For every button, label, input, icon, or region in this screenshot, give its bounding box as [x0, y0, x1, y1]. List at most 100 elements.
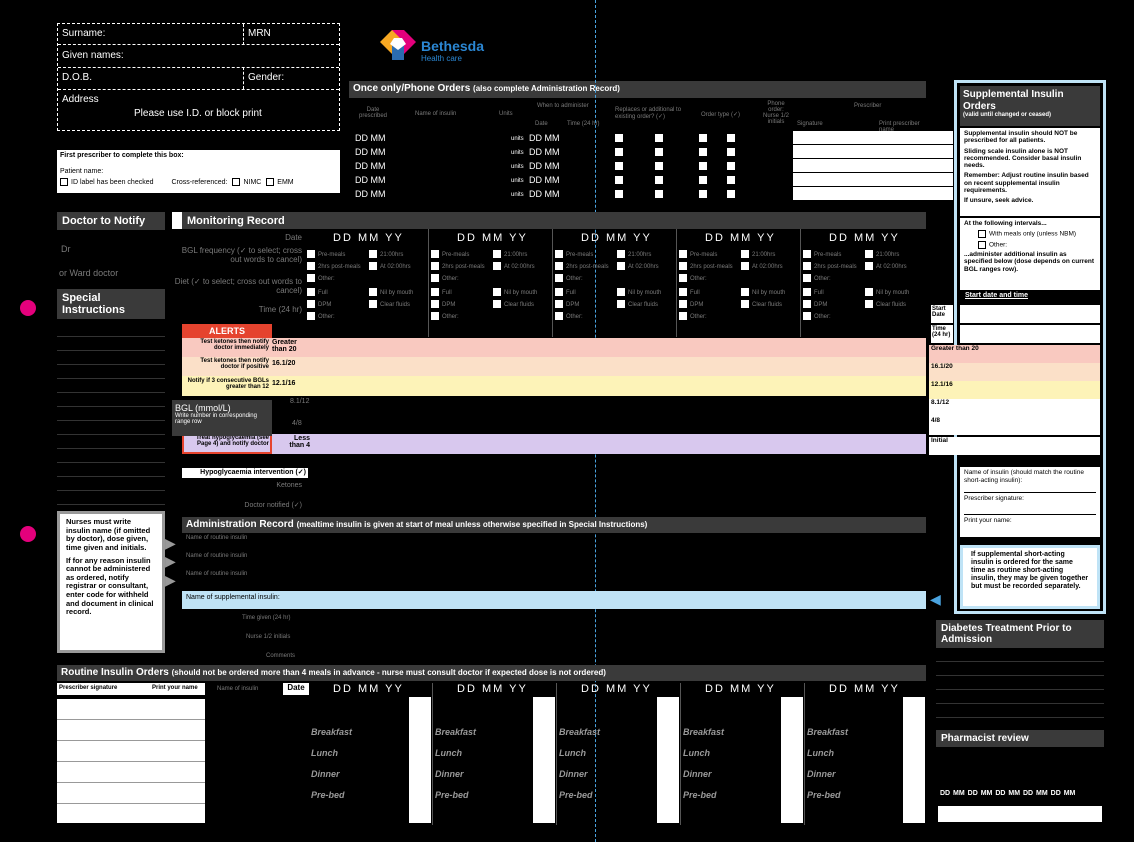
- patient-name-label: Patient name:: [60, 168, 104, 175]
- once-row-4[interactable]: DD MM units DD MM: [349, 173, 953, 187]
- supp-subtitle: (valid until changed or ceased): [963, 112, 1052, 118]
- first-prescriber-box: First prescriber to complete this box: P…: [57, 150, 340, 193]
- supp-range-8-12[interactable]: 8.1/12: [929, 399, 1100, 417]
- nimc-checkbox[interactable]: [232, 178, 241, 186]
- bgl-sublabel: Write number in corresponding range row: [175, 413, 257, 425]
- once-row-1[interactable]: DD MM units DD MM: [349, 131, 953, 145]
- doctor-ward[interactable]: or Ward doctor: [59, 268, 165, 278]
- supp-time-boxes[interactable]: [960, 325, 1100, 343]
- supp-range-gt20[interactable]: Greater than 20: [929, 345, 1100, 363]
- mon-day-3[interactable]: DD MM YY Pre-meals 2hrs post-meals Other…: [553, 229, 677, 337]
- pharmacist-section: Pharmacist review DD MM DD MM DD MM DD M…: [936, 730, 1104, 825]
- binder-hole-bottom: [20, 526, 36, 542]
- routine-day-5[interactable]: DD MM YY Breakfast Lunch Dinner Pre-bed: [805, 683, 926, 825]
- bgl-row-lt4[interactable]: Treat hypoglycaemia (see Page 4) and not…: [182, 434, 926, 454]
- once-row-5[interactable]: DD MM units DD MM: [349, 187, 953, 201]
- routine-insulin-row-2[interactable]: Name of routine insulin: [186, 553, 926, 571]
- supp-name-label[interactable]: Name of insulin (should match the routin…: [964, 469, 1096, 493]
- pharmacist-dates: DD MM DD MM DD MM DD MM DD MM: [940, 790, 1076, 797]
- supp-note-2: Sliding scale insulin alone is NOT recom…: [964, 147, 1082, 170]
- bgl-row-12-16[interactable]: Notify if 3 consecutive BGLs greater tha…: [182, 376, 926, 396]
- hypo-intervention-label: Hypoglycaemia intervention (✓): [182, 468, 308, 478]
- col-phone-order: Phone order: Nurse 1/2 initials: [762, 101, 789, 125]
- administration-section: Administration Record (mealtime insulin …: [182, 517, 926, 662]
- supp-bottom-note: If supplemental short-acting insulin is …: [960, 545, 1100, 609]
- routine-title: Routine Insulin Orders: [61, 667, 169, 678]
- col-signature: Signature: [797, 121, 823, 127]
- admin-title: Administration Record: [186, 519, 294, 530]
- mon-label-time: Time (24 hr): [258, 304, 302, 314]
- prescriber-sig-label: Prescriber signature: [59, 685, 118, 691]
- given-names-label[interactable]: Given names:: [62, 50, 124, 61]
- logo-name: Bethesda: [421, 38, 485, 54]
- monitoring-day-columns: DD MM YY Pre-meals 2hrs post-meals Other…: [305, 229, 926, 337]
- diabetes-lines[interactable]: [936, 648, 1104, 720]
- doctor-notify-section: Doctor to Notify Dr or Ward doctor: [57, 212, 165, 280]
- supp-range-12-16[interactable]: 12.1/16: [929, 381, 1100, 399]
- supplemental-section: Supplemental Insulin Orders (valid until…: [929, 80, 1106, 614]
- bgl-row-8-12[interactable]: 8.1/12: [182, 396, 926, 416]
- supp-range-16-20[interactable]: 16.1/20: [929, 363, 1100, 381]
- doctor-notify-title: Doctor to Notify: [57, 212, 165, 230]
- gender-label[interactable]: Gender:: [248, 72, 284, 83]
- routine-day-1[interactable]: DD MM YY Breakfast Lunch Dinner Pre-bed: [309, 683, 433, 825]
- mon-day-1[interactable]: DD MM YY Pre-meals 2hrs post-meals Other…: [305, 229, 429, 337]
- supp-date-boxes[interactable]: [960, 305, 1100, 323]
- supp-start-date-label: Start Date: [931, 305, 953, 323]
- once-row-3[interactable]: DD MM units DD MM: [349, 159, 953, 173]
- mon-label-diet: Diet (✓ to select; cross out words to ca…: [174, 277, 302, 296]
- special-instructions-lines[interactable]: [57, 323, 165, 513]
- nurses-note: Nurses must write insulin name (if omitt…: [57, 511, 165, 653]
- bethesda-logo: Bethesda Health care: [378, 28, 498, 64]
- col-prescriber: Prescriber: [854, 103, 882, 109]
- once-row-2[interactable]: DD MM units DD MM: [349, 145, 953, 159]
- name-of-insulin-label: Name of insulin: [217, 686, 259, 692]
- diabetes-section: Diabetes Treatment Prior to Admission: [936, 620, 1104, 722]
- supplemental-insulin-row[interactable]: Name of supplemental insulin:: [182, 591, 926, 609]
- col-order-type: Order type (✓): [701, 112, 741, 118]
- other-checkbox[interactable]: [978, 240, 986, 249]
- dob-label[interactable]: D.O.B.: [62, 72, 92, 83]
- pharmacist-initials-row[interactable]: [938, 806, 1102, 822]
- col-replaces: Replaces or additional to existing order…: [615, 107, 682, 120]
- supp-administer: ...administer additional insulin as spec…: [964, 250, 1095, 273]
- nurse-initials-label: Nurse 1/2 initials: [246, 634, 291, 640]
- binder-hole-top: [20, 300, 36, 316]
- logo-sub: Health care: [421, 54, 462, 63]
- cross-ref-label: Cross-referenced:: [171, 178, 228, 186]
- bgl-row-gt20[interactable]: Test ketones then notify doctor immediat…: [182, 338, 926, 357]
- with-meals-checkbox[interactable]: [978, 230, 986, 239]
- mon-day-2[interactable]: DD MM YY Pre-meals 2hrs post-meals Other…: [429, 229, 553, 337]
- mon-day-5[interactable]: DD MM YY Pre-meals 2hrs post-meals Other…: [801, 229, 926, 337]
- supp-range-4-8[interactable]: 4/8: [929, 417, 1100, 435]
- doctor-notified-label: Doctor notified (✓): [244, 502, 302, 509]
- bgl-row-4-8[interactable]: 4/8: [182, 416, 926, 434]
- doctor-dr[interactable]: Dr: [61, 244, 165, 254]
- mrn-label[interactable]: MRN: [248, 28, 271, 39]
- routine-day-2[interactable]: DD MM YY Breakfast Lunch Dinner Pre-bed: [433, 683, 557, 825]
- mon-day-4[interactable]: DD MM YY Pre-meals 2hrs post-meals Other…: [677, 229, 801, 337]
- routine-orders-section: Routine Insulin Orders (should not be or…: [57, 665, 926, 825]
- diabetes-title: Diabetes Treatment Prior to Admission: [936, 620, 1104, 648]
- routine-day-3[interactable]: DD MM YY Breakfast Lunch Dinner Pre-bed: [557, 683, 681, 825]
- routine-subtitle: (should not be ordered more than 4 meals…: [171, 668, 606, 677]
- id-label-checkbox[interactable]: [60, 178, 68, 186]
- supp-time-label: Time (24 hr): [931, 325, 953, 343]
- address-label[interactable]: Address: [62, 94, 99, 105]
- supp-sig-label[interactable]: Prescriber signature:: [964, 493, 1096, 515]
- supplemental-arrow: ◀: [930, 591, 941, 607]
- routine-insulin-row-3[interactable]: Name of routine insulin: [186, 571, 926, 589]
- routine-insulin-row-1[interactable]: Name of routine insulin: [186, 535, 926, 553]
- supp-start: Start date and time: [965, 292, 1029, 299]
- prescriber-sig-box[interactable]: [57, 699, 205, 823]
- surname-label[interactable]: Surname:: [62, 28, 105, 39]
- special-instructions-title: Special Instructions: [57, 289, 165, 319]
- supp-note-4: If unsure, seek advice.: [964, 197, 1034, 205]
- routine-day-4[interactable]: DD MM YY Breakfast Lunch Dinner Pre-bed: [681, 683, 805, 825]
- emm-checkbox[interactable]: [266, 178, 275, 186]
- bgl-row-16-20[interactable]: Test ketones then notify doctor if posit…: [182, 357, 926, 376]
- supp-print-label[interactable]: Print your name:: [964, 515, 1096, 525]
- supp-range-initial[interactable]: Initial: [929, 437, 1100, 455]
- monitoring-section: Monitoring Record Date BGL frequency (✓ …: [172, 212, 926, 512]
- emm-label: EMM: [277, 178, 294, 186]
